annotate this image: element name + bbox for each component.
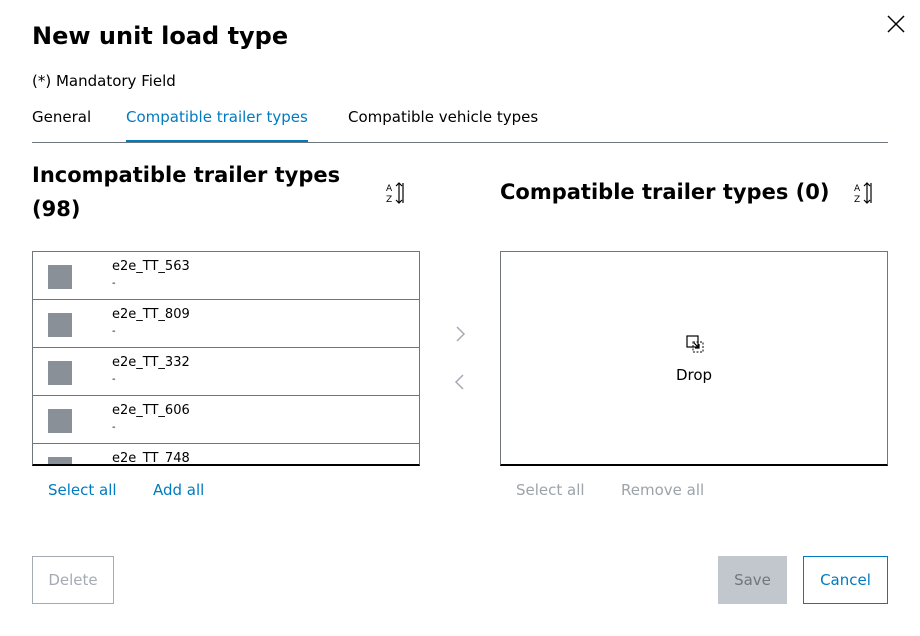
incompatible-trailer-list[interactable]: e2e_TT_563 - e2e_TT_809 - e2e_TT_332 - e…: [32, 251, 420, 466]
item-name: e2e_TT_606: [112, 403, 190, 418]
tab-general[interactable]: General: [32, 108, 91, 140]
item-name: e2e_TT_332: [112, 355, 190, 370]
sort-incompatible-button[interactable]: A Z: [384, 180, 408, 206]
drop-icon: [686, 335, 704, 353]
svg-text:Z: Z: [386, 195, 392, 205]
move-left-button[interactable]: [448, 370, 472, 394]
chevron-right-icon: [456, 326, 466, 342]
close-button[interactable]: [884, 12, 908, 36]
svg-text:A: A: [854, 184, 861, 194]
sort-az-icon: A Z: [854, 182, 872, 205]
add-all-button[interactable]: Add all: [153, 481, 204, 499]
list-item[interactable]: e2e_TT_606 -: [33, 396, 419, 444]
dialog-title: New unit load type: [32, 22, 289, 50]
chevron-left-icon: [454, 374, 464, 390]
tab-bar: General Compatible trailer types Compati…: [32, 100, 888, 143]
item-name: e2e_TT_563: [112, 259, 190, 274]
cancel-button[interactable]: Cancel: [803, 556, 888, 604]
incompatible-trailer-types-title: Incompatible trailer types (98): [32, 163, 341, 221]
svg-text:A: A: [386, 184, 393, 194]
item-name: e2e_TT_748: [112, 451, 190, 466]
tab-compatible-vehicle-types[interactable]: Compatible vehicle types: [348, 108, 538, 140]
item-checkbox[interactable]: [48, 313, 72, 337]
drop-label: Drop: [675, 366, 713, 384]
item-subtitle: -: [112, 326, 116, 337]
tab-compatible-trailer-types[interactable]: Compatible trailer types: [126, 108, 308, 142]
item-subtitle: -: [112, 374, 116, 385]
select-all-compatible-button[interactable]: Select all: [516, 481, 585, 499]
delete-button[interactable]: Delete: [32, 556, 114, 604]
list-item[interactable]: e2e_TT_748 -: [33, 444, 419, 466]
item-checkbox[interactable]: [48, 409, 72, 433]
mandatory-field-note: (*) Mandatory Field: [32, 72, 176, 90]
compatible-drop-zone[interactable]: Drop: [500, 251, 888, 466]
list-item[interactable]: e2e_TT_332 -: [33, 348, 419, 396]
sort-az-icon: A Z: [386, 182, 404, 205]
item-subtitle: -: [112, 278, 116, 289]
item-checkbox[interactable]: [48, 265, 72, 289]
compatible-trailer-types-title: Compatible trailer types (0): [500, 180, 830, 204]
sort-compatible-button[interactable]: A Z: [852, 180, 876, 206]
item-checkbox[interactable]: [48, 361, 72, 385]
item-checkbox[interactable]: [48, 457, 72, 464]
remove-all-button[interactable]: Remove all: [621, 481, 704, 499]
close-icon: [887, 15, 905, 33]
svg-text:Z: Z: [854, 195, 860, 205]
select-all-incompatible-button[interactable]: Select all: [48, 481, 117, 499]
item-name: e2e_TT_809: [112, 307, 190, 322]
item-subtitle: -: [112, 422, 116, 433]
list-item[interactable]: e2e_TT_563 -: [33, 252, 419, 300]
move-right-button[interactable]: [448, 322, 472, 346]
save-button[interactable]: Save: [718, 556, 787, 604]
list-item[interactable]: e2e_TT_809 -: [33, 300, 419, 348]
